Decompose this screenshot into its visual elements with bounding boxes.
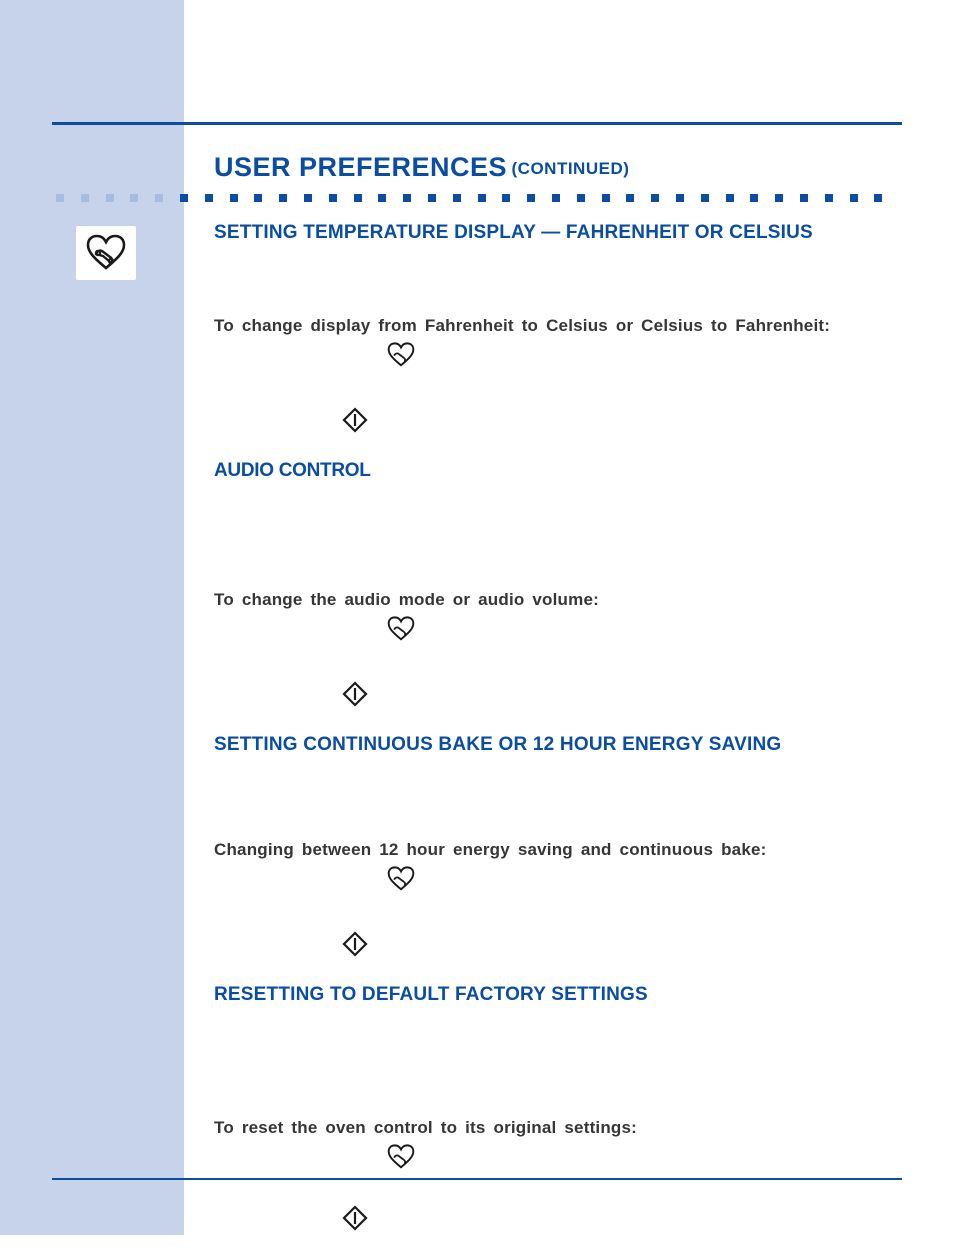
separator-dot [304, 194, 312, 202]
separator-dot [602, 194, 610, 202]
diamond-icon [342, 1205, 854, 1236]
diamond-icon [342, 931, 854, 962]
separator-dot [577, 194, 585, 202]
separator-dot [230, 194, 238, 202]
wrench-heart-icon [84, 234, 128, 272]
separator-dot [56, 194, 64, 202]
separator-dot [130, 194, 138, 202]
separator-dot [775, 194, 783, 202]
separator-dot [676, 194, 684, 202]
section-body-factory-reset: To reset the oven control to its origina… [214, 1118, 854, 1138]
separator-dot [651, 194, 659, 202]
page-title-continued: (CONTINUED) [512, 159, 630, 178]
separator-dot [279, 194, 287, 202]
section-body-audio: To change the audio mode or audio volume… [214, 590, 854, 610]
separator-dot [254, 194, 262, 202]
section-heading-temperature: SETTING TEMPERATURE DISPLAY — FAHRENHEIT… [214, 222, 854, 244]
separator-dot [552, 194, 560, 202]
sidebar-band [0, 0, 184, 1235]
separator-dot [428, 194, 436, 202]
separator-dot [850, 194, 858, 202]
diamond-icon [342, 407, 854, 438]
separator-dot [180, 194, 188, 202]
content-area: SETTING TEMPERATURE DISPLAY — FAHRENHEIT… [214, 222, 854, 1258]
separator-dot [750, 194, 758, 202]
separator-dot [403, 194, 411, 202]
preferences-wrench-heart-icon [76, 226, 136, 280]
separator-dot [378, 194, 386, 202]
wrench-heart-icon [384, 616, 854, 647]
section-body-continuous-bake: Changing between 12 hour energy saving a… [214, 840, 854, 860]
separator-dot [701, 194, 709, 202]
separator-dot [205, 194, 213, 202]
section-heading-factory-reset: RESETTING TO DEFAULT FACTORY SETTINGS [214, 984, 854, 1006]
separator-dot [106, 194, 114, 202]
page-title-main: USER PREFERENCES [214, 152, 507, 182]
section-heading-audio: AUDIO CONTROL [214, 460, 854, 482]
separator-dot [155, 194, 163, 202]
document-page: USER PREFERENCES (CONTINUED) [0, 0, 954, 1235]
separator-dot [329, 194, 337, 202]
separator-dot [800, 194, 808, 202]
separator-dot [626, 194, 634, 202]
separator-dot [726, 194, 734, 202]
separator-dot [502, 194, 510, 202]
separator-dot [478, 194, 486, 202]
separator-dot [874, 194, 882, 202]
dotted-separator [56, 194, 902, 204]
separator-dot [81, 194, 89, 202]
separator-dot [354, 194, 362, 202]
section-body-temperature: To change display from Fahrenheit to Cel… [214, 316, 854, 336]
wrench-heart-icon [384, 1144, 854, 1175]
separator-dot [825, 194, 833, 202]
top-horizontal-rule [52, 122, 902, 125]
separator-dot [527, 194, 535, 202]
diamond-icon [342, 681, 854, 712]
separator-dot [453, 194, 461, 202]
wrench-heart-icon [384, 866, 854, 897]
wrench-heart-icon [384, 342, 854, 373]
page-title: USER PREFERENCES (CONTINUED) [214, 152, 629, 183]
section-heading-continuous-bake: SETTING CONTINUOUS BAKE OR 12 HOUR ENERG… [214, 734, 854, 756]
